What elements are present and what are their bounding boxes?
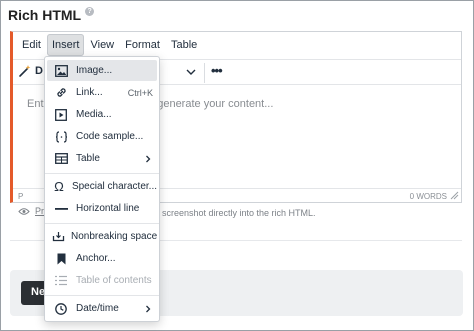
menu-item-table-of-contents: Table of contents bbox=[47, 270, 157, 291]
menu-separator bbox=[45, 173, 159, 174]
code-braces-icon bbox=[52, 130, 70, 144]
bookmark-icon bbox=[52, 252, 70, 266]
element-path[interactable]: P bbox=[18, 192, 23, 201]
preview-link[interactable]: Pr bbox=[35, 206, 44, 216]
menu-item-table[interactable]: Table bbox=[47, 148, 157, 169]
field-header: Rich HTML ? bbox=[8, 5, 95, 25]
menu-table[interactable]: Table bbox=[166, 34, 202, 56]
menu-item-link[interactable]: Link... Ctrl+K bbox=[47, 82, 157, 103]
paste-hint: screenshot directly into the rich HTML. bbox=[162, 208, 316, 218]
menu-format[interactable]: Format bbox=[120, 34, 165, 56]
media-play-icon bbox=[52, 108, 70, 122]
menu-view[interactable]: View bbox=[85, 34, 119, 56]
insert-menu: Image... Link... Ctrl+K Media... Code sa… bbox=[44, 56, 160, 322]
image-icon bbox=[52, 64, 70, 78]
menu-item-anchor[interactable]: Anchor... bbox=[47, 248, 157, 269]
omega-icon: Ω bbox=[54, 179, 64, 194]
menu-item-horizontal-line[interactable]: Horizontal line bbox=[47, 198, 157, 219]
link-shortcut: Ctrl+K bbox=[127, 87, 153, 98]
menu-separator bbox=[45, 223, 159, 224]
menu-item-image[interactable]: Image... bbox=[47, 60, 157, 81]
nonbreaking-space-icon bbox=[52, 230, 65, 244]
more-options-button[interactable]: ••• bbox=[211, 63, 223, 78]
table-of-contents-icon bbox=[52, 274, 70, 288]
link-icon bbox=[52, 86, 70, 100]
menu-item-code-sample[interactable]: Code sample... bbox=[47, 126, 157, 147]
chevron-right-icon bbox=[146, 155, 151, 162]
menu-item-special-character[interactable]: Ω Special character... bbox=[47, 176, 157, 197]
draft-with-ai-label: D bbox=[35, 65, 43, 77]
editor-menubar: Edit Insert View Format Table bbox=[13, 32, 461, 58]
horizontal-line-icon bbox=[52, 202, 70, 216]
menu-item-media[interactable]: Media... bbox=[47, 104, 157, 125]
word-count[interactable]: 0 WORDS bbox=[410, 192, 447, 201]
menu-item-nonbreaking-space[interactable]: Nonbreaking space bbox=[47, 226, 157, 247]
field-title: Rich HTML bbox=[8, 7, 82, 23]
menu-item-datetime[interactable]: Date/time bbox=[47, 298, 157, 319]
toolbar-divider bbox=[204, 63, 205, 83]
draft-with-ai-button[interactable]: D bbox=[18, 64, 43, 78]
chevron-right-icon bbox=[146, 305, 151, 312]
chevron-down-icon[interactable] bbox=[184, 65, 198, 79]
clock-icon bbox=[52, 302, 70, 316]
menu-insert[interactable]: Insert bbox=[46, 34, 85, 56]
help-icon[interactable]: ? bbox=[85, 6, 95, 16]
menu-separator bbox=[45, 295, 159, 296]
menu-edit[interactable]: Edit bbox=[17, 34, 46, 56]
table-icon bbox=[52, 152, 70, 166]
magic-wand-icon bbox=[19, 65, 31, 77]
resize-handle-icon[interactable] bbox=[450, 191, 459, 200]
eye-icon bbox=[18, 207, 30, 215]
